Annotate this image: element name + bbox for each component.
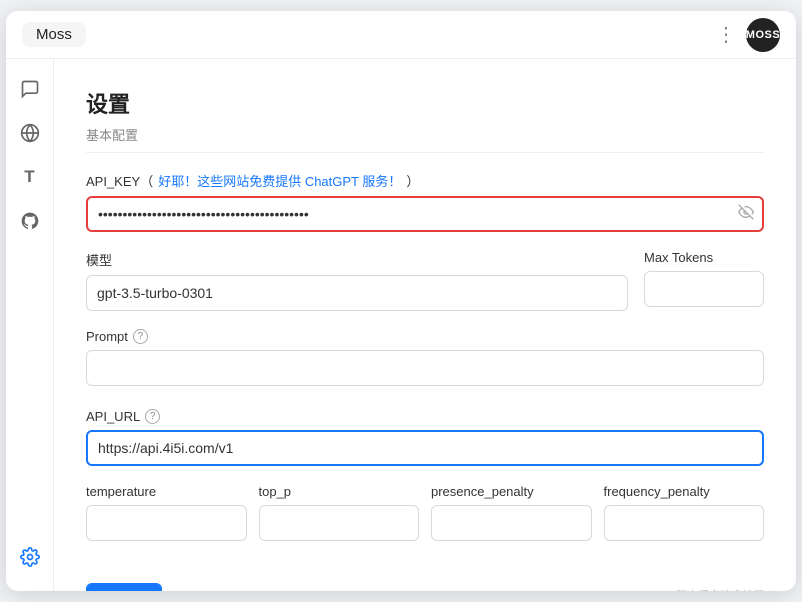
api-url-help-icon[interactable]: ? — [145, 409, 160, 424]
temperature-field-group: temperature — [86, 484, 247, 541]
sidebar-item-github[interactable] — [12, 203, 48, 239]
content-area: 设置 基本配置 API_KEY（好耶！这些网站免费提供 ChatGPT 服务！）… — [54, 59, 796, 591]
api-url-input[interactable] — [86, 430, 764, 466]
api-url-field-group: API_URL ? — [86, 409, 764, 466]
api-key-input-wrapper — [86, 196, 764, 232]
params-row: temperature top_p presence_penalty frequ… — [86, 484, 764, 559]
sidebar-item-text[interactable]: T — [12, 159, 48, 195]
max-tokens-field-group: Max Tokens — [644, 250, 764, 311]
api-key-label: API_KEY（好耶！这些网站免费提供 ChatGPT 服务！） — [86, 171, 764, 190]
sidebar: T — [6, 59, 54, 591]
menu-dots-icon[interactable]: ⋮ — [716, 22, 738, 47]
temperature-label: temperature — [86, 484, 247, 499]
watermark: © 稀土掘金技术社区 MailBerry.com.cn — [162, 587, 764, 591]
model-maxtokens-row: 模型 Max Tokens — [86, 250, 764, 329]
prompt-help-icon[interactable]: ? — [133, 329, 148, 344]
app-title: Moss — [22, 22, 86, 47]
title-bar: Moss ⋮ MOSS — [6, 11, 796, 59]
api-key-input[interactable] — [86, 196, 764, 232]
prompt-label: Prompt ? — [86, 329, 764, 344]
page-title: 设置 — [86, 87, 764, 119]
presence-penalty-label: presence_penalty — [431, 484, 592, 499]
sidebar-item-chat[interactable] — [12, 71, 48, 107]
title-bar-right: ⋮ MOSS — [716, 18, 780, 52]
save-button[interactable]: 保存 — [86, 583, 162, 591]
content-footer: 保存 © 稀土掘金技术社区 MailBerry.com.cn — [86, 583, 764, 591]
title-bar-left: Moss — [22, 22, 86, 47]
section-title: 基本配置 — [86, 125, 764, 153]
frequency-penalty-field-group: frequency_penalty — [604, 484, 765, 541]
top-p-label: top_p — [259, 484, 420, 499]
sidebar-item-settings[interactable] — [12, 539, 48, 575]
model-label: 模型 — [86, 250, 628, 269]
frequency-penalty-input[interactable] — [604, 505, 765, 541]
model-field-group: 模型 — [86, 250, 628, 311]
api-key-field-group: API_KEY（好耶！这些网站免费提供 ChatGPT 服务！） — [86, 171, 764, 232]
prompt-input[interactable] — [86, 350, 764, 386]
app-window: Moss ⋮ MOSS T — [6, 11, 796, 591]
eye-icon[interactable] — [738, 204, 754, 225]
presence-penalty-input[interactable] — [431, 505, 592, 541]
sidebar-item-translate[interactable] — [12, 115, 48, 151]
model-input[interactable] — [86, 275, 628, 311]
main-layout: T 设置 基本配置 API_KEY（好耶！这些网站免费提供 ChatGPT 服务… — [6, 59, 796, 591]
prompt-field-group: Prompt ? — [86, 329, 764, 391]
top-p-input[interactable] — [259, 505, 420, 541]
avatar: MOSS — [746, 18, 780, 52]
max-tokens-input[interactable] — [644, 271, 764, 307]
api-url-label: API_URL ? — [86, 409, 764, 424]
temperature-input[interactable] — [86, 505, 247, 541]
frequency-penalty-label: frequency_penalty — [604, 484, 765, 499]
top-p-field-group: top_p — [259, 484, 420, 541]
sidebar-bottom — [12, 539, 48, 591]
api-key-link[interactable]: 好耶！这些网站免费提供 ChatGPT 服务！ — [158, 171, 401, 190]
presence-penalty-field-group: presence_penalty — [431, 484, 592, 541]
max-tokens-label: Max Tokens — [644, 250, 764, 265]
